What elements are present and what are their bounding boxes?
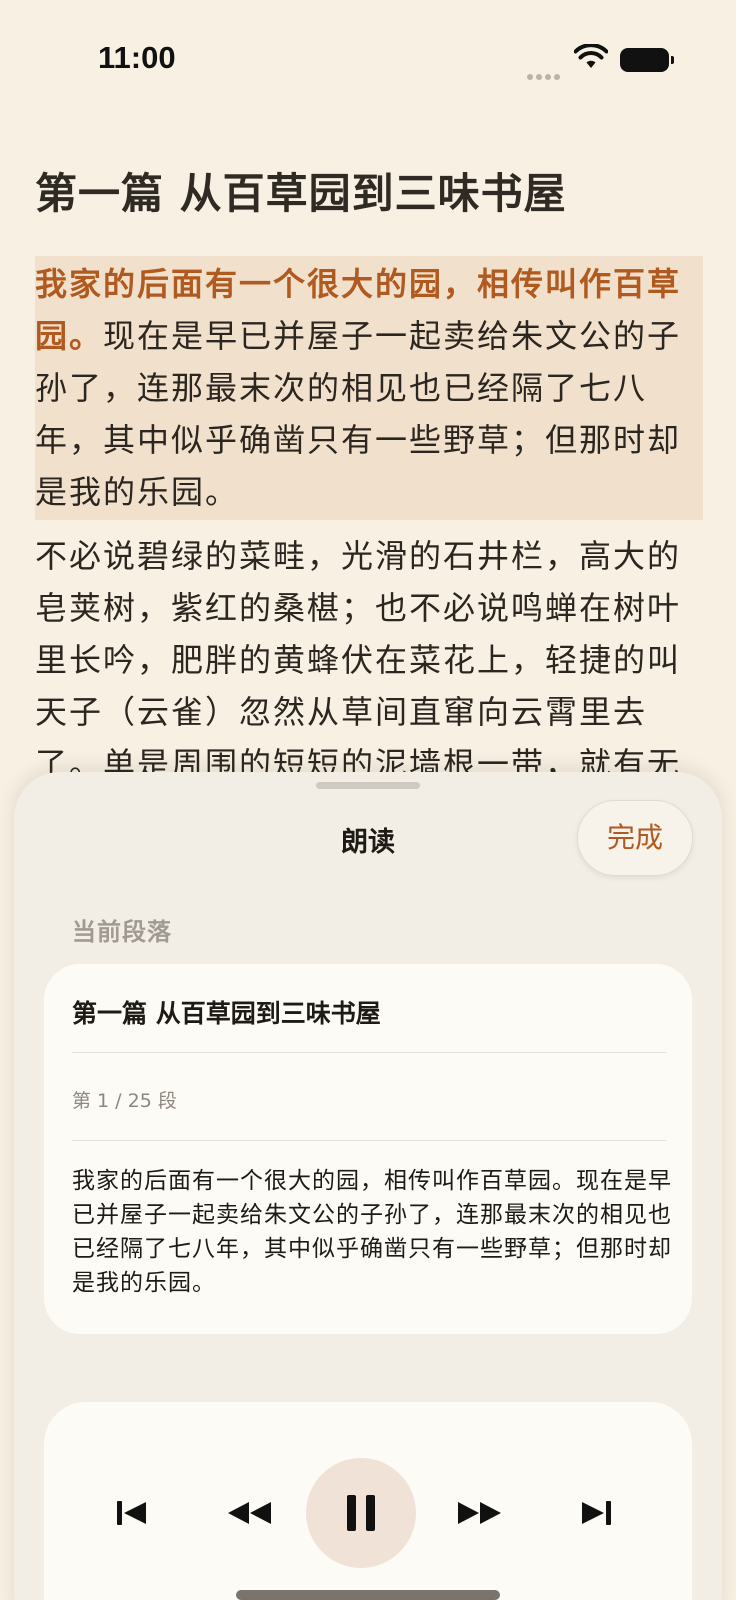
skip-to-start-icon	[117, 1501, 146, 1525]
section-label: 当前段落	[72, 918, 172, 946]
paragraph-text: 我家的后面有一个很大的园，相传叫作百草园。现在是早已并屋子一起卖给朱文公的子孙了…	[72, 1168, 672, 1296]
pause-button[interactable]	[306, 1458, 416, 1568]
read-aloud-sheet: 朗读 完成 当前段落 第一篇 从百草园到三味书屋 第 1 / 25 段 我家的后…	[14, 772, 722, 1600]
article-title: 第一篇 从百草园到三味书屋	[35, 169, 567, 218]
current-paragraph-highlight[interactable]: 我家的后面有一个很大的园，相传叫作百草园。现在是早已并屋子一起卖给朱文公的子孙了…	[35, 256, 703, 520]
cellular-signal-icon	[527, 65, 563, 80]
skip-to-end-button[interactable]	[541, 1458, 651, 1568]
status-bar: 11:00	[0, 0, 736, 120]
sheet-grabber[interactable]	[316, 782, 420, 789]
divider	[72, 1052, 666, 1053]
reader-page: 11:00 第一篇 从百草园到三味书屋 我家的后面有一个很大的园，相传叫作百草园…	[0, 0, 736, 1600]
divider	[72, 1140, 666, 1141]
paragraph-rest: 现在是早已并屋子一起卖给朱文公的子孙了，连那最末次的相见也已经隔了七八年，其中似…	[35, 317, 682, 511]
next-paragraph[interactable]: 不必说碧绿的菜畦，光滑的石井栏，高大的皂荚树，紫红的桑椹；也不必说鸣蝉在树叶里长…	[35, 530, 703, 790]
article-content[interactable]: 第一篇 从百草园到三味书屋 我家的后面有一个很大的园，相传叫作百草园。现在是早已…	[35, 160, 703, 790]
paragraph-count: 第 1 / 25 段	[72, 1090, 177, 1112]
fast-forward-button[interactable]	[424, 1458, 534, 1568]
rewind-icon	[228, 1502, 271, 1524]
skip-to-end-icon	[582, 1501, 611, 1525]
playback-controls	[44, 1402, 692, 1600]
skip-to-start-button[interactable]	[77, 1458, 187, 1568]
status-time: 11:00	[98, 40, 176, 75]
wifi-icon	[573, 43, 609, 70]
done-button[interactable]: 完成	[577, 800, 693, 876]
pause-icon	[347, 1495, 375, 1531]
fast-forward-icon	[458, 1502, 501, 1524]
current-paragraph-card: 第一篇 从百草园到三味书屋 第 1 / 25 段 我家的后面有一个很大的园，相传…	[44, 964, 692, 1334]
rewind-button[interactable]	[195, 1458, 305, 1568]
battery-icon	[620, 48, 674, 72]
home-indicator[interactable]	[236, 1590, 500, 1600]
card-title: 第一篇 从百草园到三味书屋	[72, 999, 381, 1028]
